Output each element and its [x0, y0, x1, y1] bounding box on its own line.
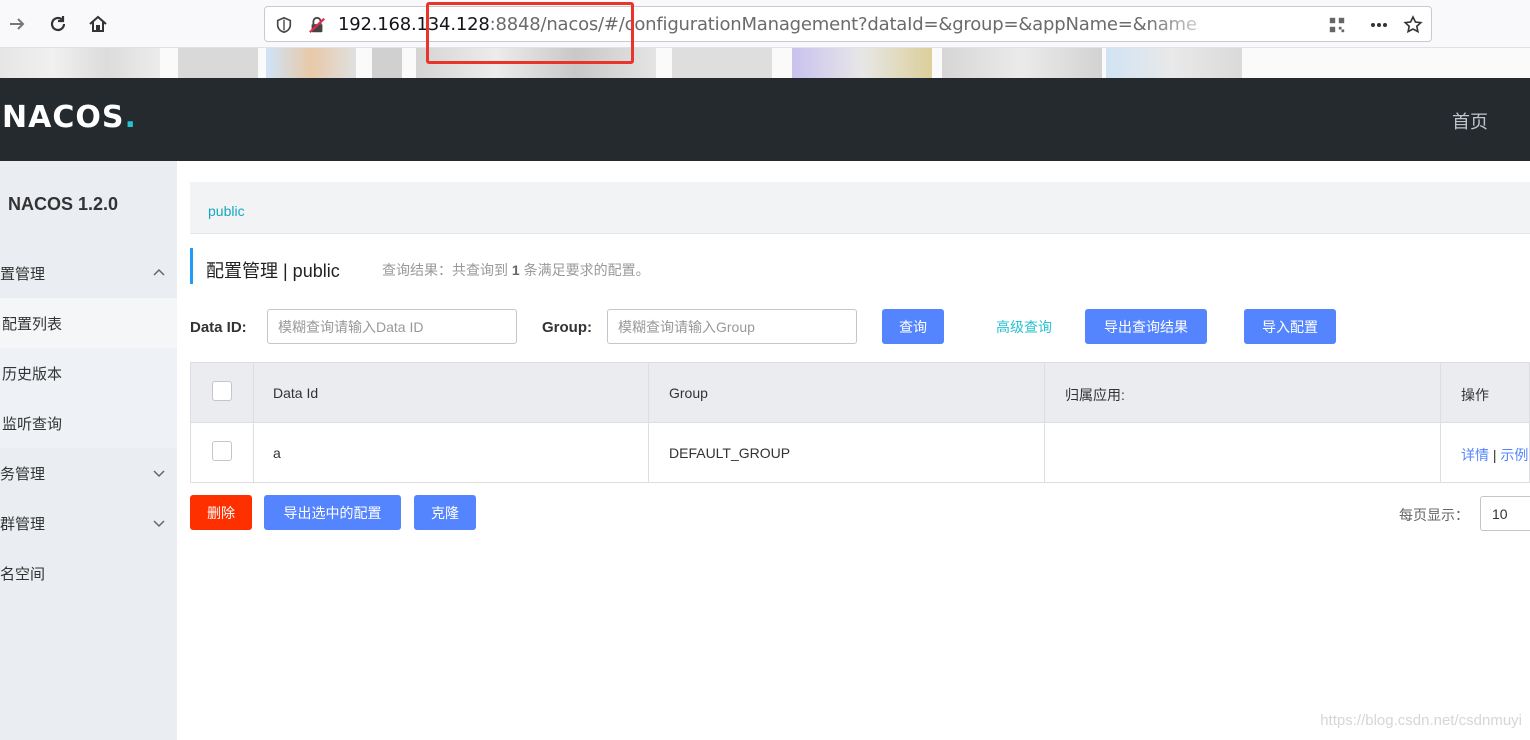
logo-text: NACOS — [2, 100, 125, 135]
sidebar-item-config-management[interactable]: 置管理 — [0, 248, 177, 298]
bookmark-star-icon[interactable] — [1403, 15, 1423, 35]
data-id-label: Data ID: — [190, 319, 247, 336]
page-size-label: 每页显示： — [1399, 507, 1469, 523]
column-divider — [253, 363, 254, 482]
clone-button[interactable]: 克隆 — [414, 495, 476, 530]
delete-button[interactable]: 删除 — [190, 495, 252, 530]
blurred-bookmark — [266, 48, 356, 78]
blurred-bookmark — [178, 48, 258, 78]
home-icon[interactable] — [85, 11, 111, 37]
search-button[interactable]: 查询 — [882, 309, 944, 344]
query-result-suffix: 条满足要求的配置。 — [519, 262, 650, 278]
bookmarks-bar — [0, 48, 1530, 78]
group-input[interactable]: 模糊查询请输入Group — [607, 309, 857, 344]
blurred-bookmark — [1106, 48, 1242, 78]
column-divider — [1440, 363, 1441, 482]
logo-dot: . — [124, 100, 137, 135]
sidebar-item-history[interactable]: 历史版本 — [0, 348, 177, 398]
forward-icon[interactable] — [4, 11, 30, 37]
chevron-down-icon — [153, 520, 165, 528]
table-cell-group: DEFAULT_GROUP — [669, 445, 791, 461]
column-header-app[interactable]: 归属应用: — [1065, 385, 1125, 405]
sidebar-item-label: 监听查询 — [2, 415, 63, 433]
row-checkbox[interactable] — [212, 441, 232, 461]
select-all-checkbox[interactable] — [212, 381, 232, 401]
sidebar-item-label: 配置列表 — [2, 315, 63, 333]
column-divider — [1044, 363, 1045, 482]
detail-link[interactable]: 详情 — [1461, 447, 1489, 463]
sidebar-item-label: 群管理 — [0, 515, 46, 533]
url-fade — [1145, 9, 1225, 39]
sample-code-link[interactable]: 示例 — [1500, 447, 1528, 463]
blurred-bookmark — [672, 48, 772, 78]
data-id-input[interactable]: 模糊查询请输入Data ID — [267, 309, 517, 344]
sidebar: NACOS 1.2.0 置管理 配置列表 历史版本 监听查询 务管理 群管理 名… — [0, 161, 177, 740]
import-config-button[interactable]: 导入配置 — [1244, 309, 1336, 344]
blurred-bookmark — [792, 48, 932, 78]
namespace-bar: public — [190, 182, 1530, 234]
table-cell-data-id: a — [273, 445, 281, 461]
op-separator: | — [1492, 447, 1497, 463]
browser-toolbar: 192.168.134.128:8848/nacos/#/configurati… — [0, 0, 1530, 48]
column-header-operations: 操作 — [1461, 387, 1489, 403]
sidebar-item-listener-query[interactable]: 监听查询 — [0, 398, 177, 448]
sidebar-item-label: 历史版本 — [2, 365, 63, 383]
page-title: 配置管理 | public — [206, 261, 340, 281]
query-result-text: 查询结果：共查询到 1 条满足要求的配置。 — [382, 260, 650, 280]
blurred-bookmark — [416, 48, 656, 78]
table-cell-operations: 详情 | 示例 — [1461, 445, 1530, 465]
sidebar-item-label: 名空间 — [0, 565, 46, 583]
column-divider — [648, 363, 649, 482]
table-header — [191, 363, 1529, 423]
sidebar-item-label: 务管理 — [0, 465, 46, 483]
sidebar-version-title: NACOS 1.2.0 — [0, 161, 177, 248]
url-path: :8848/nacos/#/configurationManagement?da… — [489, 14, 1198, 35]
blurred-bookmark — [372, 48, 402, 78]
home-link[interactable]: 首页 — [1452, 108, 1488, 134]
blurred-bookmark — [942, 48, 1102, 78]
chevron-down-icon — [153, 470, 165, 478]
more-actions-icon[interactable] — [1369, 15, 1389, 35]
config-table: Data Id Group 归属应用: 操作 a DEFAULT_GROUP 详… — [190, 362, 1530, 483]
address-bar[interactable]: 192.168.134.128:8848/nacos/#/configurati… — [264, 6, 1432, 42]
sidebar-item-namespace[interactable]: 名空间 — [0, 548, 177, 598]
nacos-logo[interactable]: NACOS. — [2, 100, 137, 135]
column-header-group[interactable]: Group — [669, 385, 708, 401]
page-size-select[interactable]: 10 — [1480, 496, 1530, 531]
blurred-bookmark — [0, 48, 160, 78]
export-selected-button[interactable]: 导出选中的配置 — [264, 495, 401, 530]
url-host: 192.168.134.128 — [338, 14, 490, 35]
insecure-lock-icon[interactable] — [307, 15, 327, 35]
sidebar-item-cluster-management[interactable]: 群管理 — [0, 498, 177, 548]
qr-code-icon[interactable] — [1327, 15, 1347, 35]
shield-icon[interactable] — [274, 15, 294, 35]
query-result-prefix: 查询结果：共查询到 — [382, 262, 512, 278]
advanced-query-link[interactable]: 高级查询 — [986, 309, 1062, 344]
reload-icon[interactable] — [45, 11, 71, 37]
page-header: 配置管理 | public 查询结果：共查询到 1 条满足要求的配置。 — [190, 248, 650, 284]
sidebar-item-label: 置管理 — [0, 265, 46, 283]
watermark: https://blog.csdn.net/csdnmuyi — [1320, 712, 1522, 729]
group-label: Group: — [542, 319, 592, 336]
chevron-up-icon — [153, 268, 165, 276]
column-header-data-id[interactable]: Data Id — [273, 385, 318, 401]
url-text[interactable]: 192.168.134.128:8848/nacos/#/configurati… — [338, 14, 1198, 35]
sidebar-item-config-list[interactable]: 配置列表 — [0, 298, 177, 348]
export-results-button[interactable]: 导出查询结果 — [1085, 309, 1207, 344]
sidebar-item-service-management[interactable]: 务管理 — [0, 448, 177, 498]
namespace-public-link[interactable]: public — [208, 203, 245, 219]
app-header: NACOS. 首页 — [0, 78, 1530, 161]
query-result-count: 1 — [511, 262, 520, 278]
